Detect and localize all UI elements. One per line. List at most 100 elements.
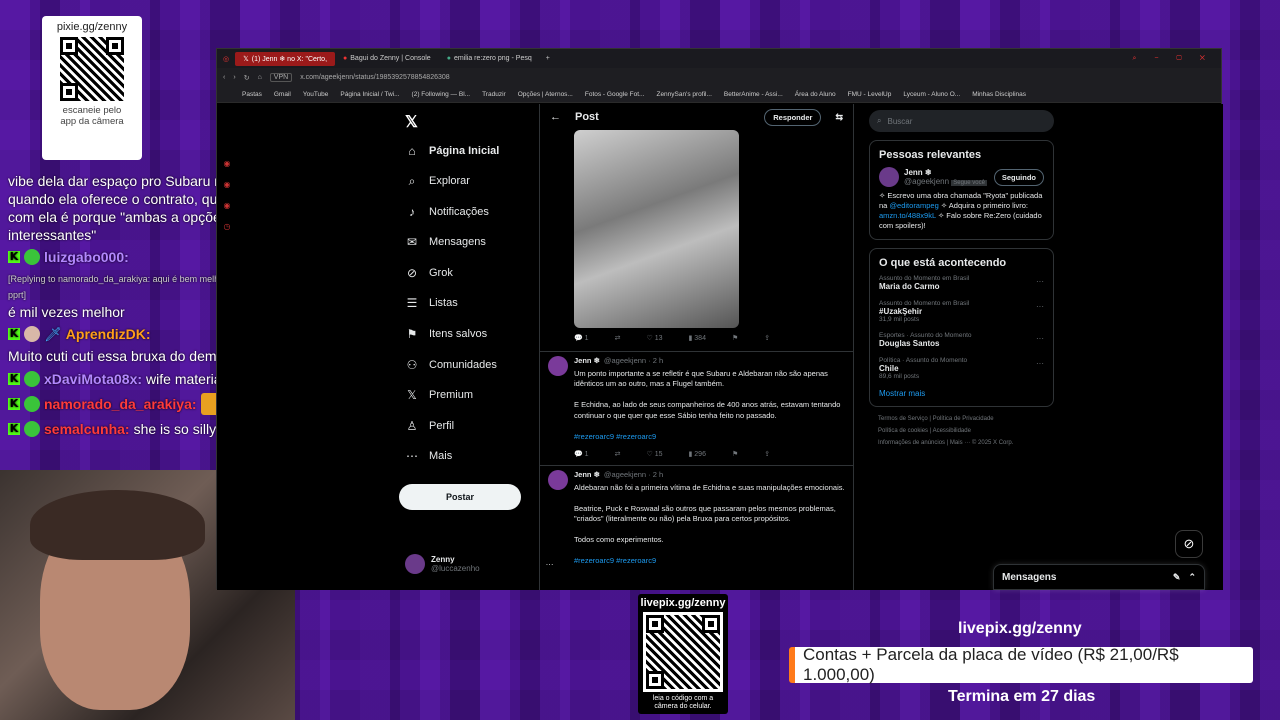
bookmark-item[interactable]: Página Inicial / Twi... [340, 91, 399, 98]
chat-username[interactable]: AprendizDK: [66, 325, 151, 343]
filter-icon[interactable]: ⇆ [835, 112, 843, 123]
nav-profile[interactable]: ♙ Perfil [405, 419, 454, 433]
footer-links: Termos de Serviço | Política de Privacid… [878, 416, 1014, 446]
chevron-up-icon[interactable]: ⌃ [1188, 572, 1196, 583]
tweet[interactable]: Jenn ❄ @ageekjenn · 2 h Aldebaran não foi… [548, 470, 848, 567]
grok-button-icon[interactable]: ⊘ [1175, 530, 1203, 558]
tweet-author[interactable]: Jenn ❄ [574, 470, 600, 481]
like-action[interactable]: ♡ 13 [646, 334, 662, 342]
bio-link[interactable]: @editorampeg [889, 201, 938, 210]
nav-premium[interactable]: 𝕏 Premium [405, 388, 473, 402]
nav-label: Notificações [429, 206, 489, 218]
bookmark-item[interactable]: Gmail [274, 91, 291, 98]
post-button[interactable]: Postar [399, 484, 521, 510]
avatar-badge-icon [24, 326, 40, 342]
nav-messages[interactable]: ✉ Mensagens [405, 235, 486, 249]
livepix-qr-code [643, 612, 723, 692]
reload-icon[interactable]: ↻ [244, 74, 250, 82]
address-bar: ‹ › ↻ ⌂ VPN x.com/ageekjenn/status/19853925… [217, 68, 1221, 87]
compose-message-icon[interactable]: ✎ [1173, 572, 1181, 583]
home-icon[interactable]: ⌂ [258, 74, 262, 81]
forward-icon[interactable]: › [233, 74, 235, 81]
nav-more[interactable]: ⋯ Mais [405, 449, 452, 463]
url-field[interactable]: x.com/ageekjenn/status/19853925788548263… [300, 74, 449, 81]
sidebar-icon[interactable]: ◉ [224, 180, 231, 189]
bookmark-icon[interactable]: ⚑ [732, 334, 738, 342]
show-more-link[interactable]: Mostrar mais [879, 389, 1044, 398]
tweet-hashtags[interactable]: #rezeroarc9 #rezeroarc9 [574, 432, 848, 443]
bookmark-item[interactable]: Minhas Disciplinas [972, 91, 1026, 98]
trend-item[interactable]: Política · Assunto do Momento Chile 89,6 m… [879, 357, 1044, 380]
tweet-author[interactable]: Jenn ❄ [574, 356, 600, 367]
kick-badge-icon: K [8, 422, 20, 435]
x-left-nav: 𝕏 ⌂ Página Inicial ⌕ Explorar ♪ Notificaçõe… [399, 104, 554, 590]
x-logo-icon[interactable]: 𝕏 [405, 112, 418, 132]
bookmark-item[interactable]: BetterAnime - Assi... [724, 91, 783, 98]
post-image[interactable] [574, 130, 739, 328]
views-action[interactable]: ▮ 384 [688, 334, 705, 342]
tab-search[interactable]: ● emilia re:zero png - Pesq [439, 52, 540, 66]
window-controls[interactable]: ⌕ − ▢ ✕ [1132, 55, 1221, 63]
nav-explore[interactable]: ⌕ Explorar [405, 174, 470, 188]
sidebar-icon[interactable]: ◉ [224, 159, 231, 168]
tweet[interactable]: Jenn ❄ @ageekjenn · 2 h Um ponto importan… [548, 356, 848, 442]
bookmark-item[interactable]: Lyceum - Aluno O... [903, 91, 960, 98]
tab-x-post[interactable]: 𝕏 (1) Jenn ❄ no X: "Certo, [235, 51, 336, 66]
reply-action[interactable]: 💬 1 [574, 334, 589, 342]
nav-lists[interactable]: ☰ Listas [405, 296, 458, 310]
bookmark-item[interactable]: Fotos - Google Fot... [585, 91, 645, 98]
tweet-hashtags[interactable]: #rezeroarc9 #rezeroarc9 [574, 556, 848, 567]
bookmark-item[interactable]: (2) Following — Bl... [412, 91, 471, 98]
vpn-badge[interactable]: VPN [269, 73, 293, 82]
tab-console[interactable]: ● Bagui do Zenny | Console [335, 52, 439, 66]
account-switcher[interactable]: Zenny @luccazenho ··· [405, 554, 554, 574]
bookmark-item[interactable]: Área do Aluno [795, 91, 836, 98]
trend-item[interactable]: Esportes · Assunto do Momento Douglas San… [879, 332, 1044, 348]
back-arrow-icon[interactable]: ← [550, 111, 561, 123]
bookmark-item[interactable]: FMU - LevelUp [848, 91, 892, 98]
chat-username[interactable]: semalcunha: [44, 420, 130, 438]
trend-item[interactable]: Assunto do Momento em Brasil Maria do Car… [879, 275, 1044, 291]
reply-action[interactable]: 💬 1 [574, 450, 589, 458]
bookmark-item[interactable]: YouTube [303, 91, 329, 98]
nav-home[interactable]: ⌂ Página Inicial [405, 144, 499, 158]
nav-label: Mais [429, 450, 453, 462]
bookmark-item[interactable]: Traduzir [482, 91, 506, 98]
repost-icon[interactable]: ⇄ [615, 450, 621, 458]
like-action[interactable]: ♡ 15 [646, 450, 662, 458]
livepix-hint: câmera do celular. [654, 703, 712, 710]
sidebar-icon[interactable]: ◉ [224, 201, 231, 210]
following-button[interactable]: Seguindo [993, 168, 1044, 186]
share-icon[interactable]: ⇪ [764, 334, 770, 342]
relevant-people-card: Pessoas relevantes Jenn ❄ @ageekjenn Segu… [869, 140, 1054, 240]
reply-button[interactable]: Responder [764, 108, 822, 126]
new-tab-icon[interactable]: + [540, 55, 556, 62]
person-name[interactable]: Jenn ❄ [904, 168, 987, 177]
search-input[interactable]: ⌕ Buscar [869, 110, 1054, 132]
trend-item[interactable]: Assunto do Momento em Brasil #UzakŞehir 31… [879, 300, 1044, 323]
nav-grok[interactable]: ⊘ Grok [405, 266, 453, 280]
messages-drawer[interactable]: Mensagens ✎ ⌃ [993, 564, 1205, 590]
chat-username[interactable]: namorado_da_arakiya: [44, 395, 197, 413]
nav-notifications[interactable]: ♪ Notificações [405, 205, 489, 219]
back-icon[interactable]: ‹ [223, 74, 225, 81]
views-action[interactable]: ▮ 296 [688, 450, 705, 458]
chat-username[interactable]: xDaviMota08x: [44, 370, 142, 388]
repost-icon[interactable]: ⇄ [615, 334, 621, 342]
bookmark-item[interactable]: Pastas [242, 91, 262, 98]
bookmark-icon[interactable]: ⚑ [732, 450, 738, 458]
chat-username[interactable]: luizgabo000: [44, 248, 129, 266]
bookmark-item[interactable]: ZennySan's profil... [656, 91, 711, 98]
bookmark-item[interactable]: Opções | Aternos... [518, 91, 573, 98]
nav-communities[interactable]: ⚇ Comunidades [405, 358, 497, 372]
nav-bookmarks[interactable]: ⚑ Itens salvos [405, 327, 487, 341]
more-icon: ⋯ [406, 449, 418, 463]
nav-label: Página Inicial [429, 145, 500, 157]
avatar[interactable] [879, 167, 899, 187]
pixie-qr-code [60, 37, 124, 101]
share-icon[interactable]: ⇪ [764, 450, 770, 458]
bio-link[interactable]: amzn.to/488x9kL [879, 211, 936, 220]
sidebar-icon[interactable]: ◷ [224, 222, 231, 231]
kick-badge-icon: K [8, 397, 20, 410]
opera-logo-icon[interactable]: ◎ [217, 55, 235, 63]
